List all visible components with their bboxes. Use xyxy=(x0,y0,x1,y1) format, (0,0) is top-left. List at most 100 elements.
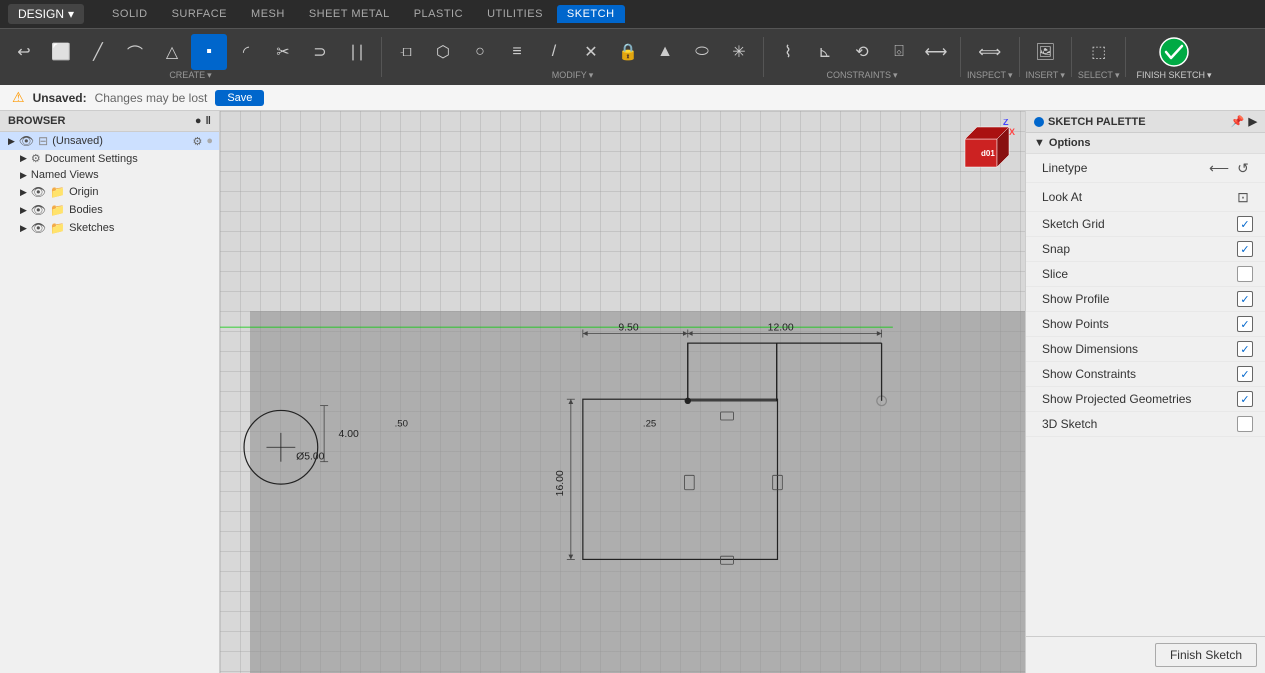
palette-row-sketch-grid[interactable]: Sketch Grid ✓ xyxy=(1026,212,1265,237)
mirror-icon[interactable]: ∣∣ xyxy=(339,34,375,70)
c2-icon[interactable]: ⊾ xyxy=(807,34,843,70)
tab-plastic[interactable]: PLASTIC xyxy=(404,5,473,23)
star-icon[interactable]: ✳ xyxy=(721,34,757,70)
browser-item-origin[interactable]: ▶ 👁 📁 Origin xyxy=(0,183,219,201)
show-constraints-checkbox[interactable]: ✓ xyxy=(1237,366,1253,382)
eye-icon[interactable]: 👁 xyxy=(31,203,46,217)
unsaved-label: Unsaved: xyxy=(33,91,87,105)
palette-row-slice[interactable]: Slice xyxy=(1026,262,1265,287)
palette-title: SKETCH PALETTE xyxy=(1048,116,1146,128)
palette-row-3d-sketch[interactable]: 3D Sketch xyxy=(1026,412,1265,437)
3d-sketch-checkbox[interactable] xyxy=(1237,416,1253,432)
slice-label: Slice xyxy=(1042,267,1068,281)
constraints-label[interactable]: CONSTRAINTS ▾ xyxy=(826,70,897,81)
options-section[interactable]: ▼ Options xyxy=(1026,133,1265,154)
toolbar-inspect-group: ⟺ INSPECT ▾ xyxy=(967,34,1013,81)
sep5 xyxy=(1071,37,1072,77)
tab-mesh[interactable]: MESH xyxy=(241,5,295,23)
inspect-icon[interactable]: ⟺ xyxy=(972,34,1008,70)
dash-icon[interactable]: ≡ xyxy=(499,34,535,70)
c5-icon[interactable]: ⟷ xyxy=(918,34,954,70)
show-profile-checkbox[interactable]: ✓ xyxy=(1237,291,1253,307)
eye-icon[interactable]: 👁 xyxy=(31,185,46,199)
arc-icon[interactable]: ⌒ xyxy=(117,34,153,70)
circle-icon[interactable]: ○ xyxy=(462,34,498,70)
tab-utilities[interactable]: UTILITIES xyxy=(477,5,553,23)
insert-icon[interactable]: 🖼 xyxy=(1027,34,1063,70)
tab-surface[interactable]: SURFACE xyxy=(162,5,237,23)
gear-icon[interactable]: ⚙ xyxy=(192,135,202,148)
browser-pin-icon[interactable]: ● xyxy=(195,115,202,127)
save-button[interactable]: Save xyxy=(215,90,264,106)
insert-label[interactable]: INSERT ▾ xyxy=(1026,70,1065,81)
palette-expand-icon[interactable]: ▶ xyxy=(1249,115,1257,128)
finish-sketch-bar-button[interactable]: Finish Sketch xyxy=(1155,643,1257,667)
linetype-icon1[interactable]: ⟵ xyxy=(1209,158,1229,178)
extend-icon[interactable]: ⊃ xyxy=(302,34,338,70)
eye-icon[interactable]: 👁 xyxy=(31,221,46,235)
snap-label: Snap xyxy=(1042,242,1070,256)
filled-rect-icon[interactable]: ▪ xyxy=(191,34,227,70)
canvas-area[interactable]: 9.50 12.00 16.00 4.00 Ø5.00 .50 xyxy=(220,111,1025,673)
browser-collapse-icon[interactable]: ‖ xyxy=(206,115,211,127)
browser-item-doc-settings[interactable]: ▶ ⚙ Document Settings xyxy=(0,150,219,167)
inspect-label[interactable]: INSPECT ▾ xyxy=(967,70,1013,81)
cross-icon[interactable]: ✕ xyxy=(573,34,609,70)
linetype-icon2[interactable]: ↺ xyxy=(1233,158,1253,178)
palette-row-show-dimensions[interactable]: Show Dimensions ✓ xyxy=(1026,337,1265,362)
undo-icon[interactable]: ↩ xyxy=(6,34,42,70)
show-dimensions-checkbox[interactable]: ✓ xyxy=(1237,341,1253,357)
sketch-palette-panel: SKETCH PALETTE 📌 ▶ ▼ Options Linetype ⟵ … xyxy=(1025,111,1265,673)
rectangle-icon[interactable]: ⬜ xyxy=(43,34,79,70)
tab-solid[interactable]: SOLID xyxy=(102,5,158,23)
palette-row-show-projected[interactable]: Show Projected Geometries ✓ xyxy=(1026,387,1265,412)
c1-icon[interactable]: ⌇ xyxy=(770,34,806,70)
finish-sketch-label: FINISH SKETCH ▾ xyxy=(1136,70,1211,81)
browser-item-named-views[interactable]: ▶ Named Views xyxy=(0,167,219,183)
expand-icon: ▶ xyxy=(20,187,27,198)
palette-row-snap[interactable]: Snap ✓ xyxy=(1026,237,1265,262)
palette-row-show-constraints[interactable]: Show Constraints ✓ xyxy=(1026,362,1265,387)
sketch-grid-checkbox[interactable]: ✓ xyxy=(1237,216,1253,232)
select-label[interactable]: SELECT ▾ xyxy=(1078,70,1120,81)
tab-sheet-metal[interactable]: SHEET METAL xyxy=(299,5,400,23)
offset-icon[interactable]: ⟤ xyxy=(388,34,424,70)
browser-item-bodies[interactable]: ▶ 👁 📁 Bodies xyxy=(0,201,219,219)
design-button[interactable]: DESIGN ▾ xyxy=(8,4,84,24)
palette-row-show-points[interactable]: Show Points ✓ xyxy=(1026,312,1265,337)
project-icon[interactable]: ⬡ xyxy=(425,34,461,70)
arc2-icon[interactable]: ◜ xyxy=(228,34,264,70)
lock-icon[interactable]: 🔒 xyxy=(610,34,646,70)
finish-sketch-button[interactable]: FINISH SKETCH ▾ xyxy=(1136,34,1211,81)
show-profile-label: Show Profile xyxy=(1042,292,1109,306)
expand-icon: ▶ xyxy=(8,136,15,147)
triangle-icon[interactable]: △ xyxy=(154,34,190,70)
browser-item-unsaved[interactable]: ▶ 👁 ⊟ (Unsaved) ⚙ ● xyxy=(0,132,219,150)
tab-sketch[interactable]: SKETCH xyxy=(557,5,625,23)
show-points-label: Show Points xyxy=(1042,317,1109,331)
browser-item-sketches[interactable]: ▶ 👁 📁 Sketches xyxy=(0,219,219,237)
select-icon[interactable]: ⬚ xyxy=(1081,34,1117,70)
palette-pin-icon[interactable]: 📌 xyxy=(1231,115,1245,128)
look-at-icon[interactable]: ⊡ xyxy=(1233,187,1253,207)
eye-icon[interactable]: 👁 xyxy=(19,134,34,148)
show-projected-checkbox[interactable]: ✓ xyxy=(1237,391,1253,407)
line-icon[interactable]: ╱ xyxy=(80,34,116,70)
ellipse-icon[interactable]: ⬭ xyxy=(684,34,720,70)
palette-row-show-profile[interactable]: Show Profile ✓ xyxy=(1026,287,1265,312)
svg-text:Z: Z xyxy=(1003,119,1009,127)
modify-label[interactable]: MODIFY ▾ xyxy=(552,70,594,81)
svg-text:X: X xyxy=(1009,127,1015,137)
snap-checkbox[interactable]: ✓ xyxy=(1237,241,1253,257)
palette-row-look-at: Look At ⊡ xyxy=(1026,183,1265,212)
triangle2-icon[interactable]: ▲ xyxy=(647,34,683,70)
slice-checkbox[interactable] xyxy=(1237,266,1253,282)
create-label[interactable]: CREATE ▾ xyxy=(169,70,211,81)
c4-icon[interactable]: ⌺ xyxy=(881,34,917,70)
palette-header[interactable]: SKETCH PALETTE 📌 ▶ xyxy=(1026,111,1265,133)
line2-icon[interactable]: / xyxy=(536,34,572,70)
viewcube[interactable]: d01 X Z xyxy=(957,119,1017,179)
c3-icon[interactable]: ⟲ xyxy=(844,34,880,70)
trim-icon[interactable]: ✂ xyxy=(265,34,301,70)
show-points-checkbox[interactable]: ✓ xyxy=(1237,316,1253,332)
